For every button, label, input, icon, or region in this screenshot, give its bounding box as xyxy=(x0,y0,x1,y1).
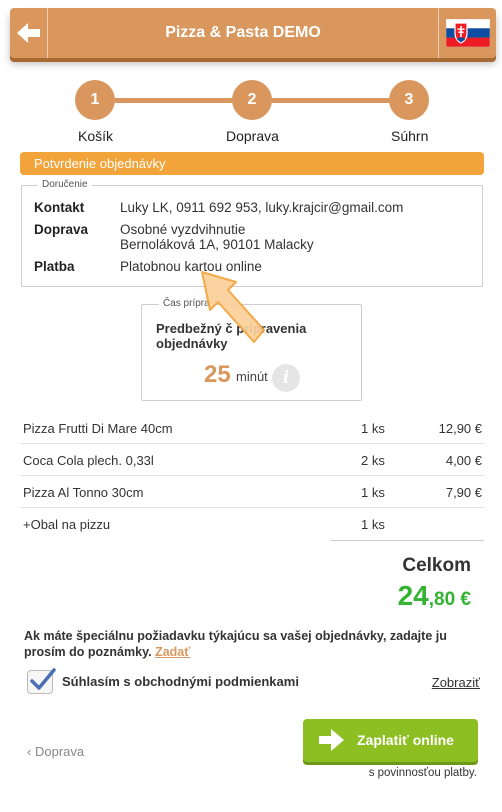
item-price: 4,00 € xyxy=(445,453,482,468)
prep-time-value: 25 xyxy=(204,361,231,388)
total-decimal: ,80 € xyxy=(428,589,471,610)
step-3-label: Súhrn xyxy=(391,128,429,144)
delivery-legend: Doručenie xyxy=(38,179,92,190)
back-link-label: Doprava xyxy=(34,744,85,759)
payment-value: Platobnou kartou online xyxy=(120,259,262,274)
pay-button-label: Zaplatiť online xyxy=(357,732,454,748)
terms-label[interactable]: Súhlasím s obchodnými podmienkami xyxy=(62,674,299,689)
special-request-note: Ak máte špeciálnu požiadavku týkajúcu sa… xyxy=(24,628,484,660)
step-connector xyxy=(271,98,390,103)
chevron-left-icon: ‹ xyxy=(27,744,32,759)
step-1-circle[interactable]: 1 xyxy=(75,80,115,120)
prep-time-box: Čas prípra Predbežný č pripravenia objed… xyxy=(141,298,362,401)
table-row: Pizza Frutti Di Mare 40cm 1 ks 12,90 € xyxy=(21,412,485,444)
item-qty: 1 ks xyxy=(361,485,385,500)
item-name: Pizza Frutti Di Mare 40cm xyxy=(23,421,173,436)
shipping-address: Bernoláková 1A, 90101 Malacky xyxy=(120,237,314,252)
step-3-circle[interactable]: 3 xyxy=(389,80,429,120)
pay-note: s povinnosťou platby. xyxy=(368,767,477,779)
checkout-steps: 1 2 3 Košík Doprava Súhrn xyxy=(0,80,502,145)
item-name: Pizza Al Tonno 30cm xyxy=(23,485,144,500)
add-note-link[interactable]: Zadať xyxy=(155,645,190,659)
item-price: 12,90 € xyxy=(438,421,482,436)
item-qty: 1 ks xyxy=(361,517,385,532)
back-arrow-icon xyxy=(16,23,40,43)
table-row: Coca Cola plech. 0,33l 2 ks 4,00 € xyxy=(21,444,485,476)
prep-time-title: Predbežný č pripravenia objednávky xyxy=(156,321,306,351)
shipping-value: Osobné vyzdvihnutie xyxy=(120,222,246,237)
item-price: 7,90 € xyxy=(445,485,482,500)
confirmation-bar: Potvrdenie objednávky xyxy=(20,152,484,175)
pay-online-button[interactable]: Zaplatiť online xyxy=(303,719,478,762)
show-terms-link[interactable]: Zobraziť xyxy=(432,675,480,690)
prep-time-legend: Čas prípra xyxy=(159,298,214,309)
order-items: Pizza Frutti Di Mare 40cm 1 ks 12,90 € C… xyxy=(21,412,485,540)
table-row: Pizza Al Tonno 30cm 1 ks 7,90 € xyxy=(21,476,485,508)
checkmark-icon xyxy=(30,668,56,690)
step-2-label: Doprava xyxy=(226,128,279,144)
total-integer: 24 xyxy=(397,580,429,611)
arrow-right-icon xyxy=(319,729,344,751)
contact-value: Luky LK, 0911 692 953, luky.krajcir@gmai… xyxy=(120,200,404,215)
back-link[interactable]: ‹ Doprava xyxy=(27,744,84,759)
slovakia-flag-icon xyxy=(445,19,490,47)
app-title: Pizza & Pasta DEMO xyxy=(165,24,321,41)
note-text: Ak máte špeciálnu požiadavku týkajúcu sa… xyxy=(24,629,447,659)
back-button[interactable] xyxy=(10,8,48,58)
table-row: +Obal na pizzu 1 ks xyxy=(21,508,485,540)
prep-time-title-line2: objednávky xyxy=(156,336,228,351)
total-label: Celkom xyxy=(402,555,471,576)
terms-checkbox[interactable] xyxy=(27,668,56,694)
step-connector xyxy=(115,98,233,103)
contact-label: Kontakt xyxy=(34,200,85,215)
prep-time-title-part1: Predbežný č xyxy=(156,321,233,336)
item-name: +Obal na pizzu xyxy=(23,517,111,532)
total-divider xyxy=(330,540,484,541)
prep-time-unit: minút xyxy=(236,369,268,384)
info-icon[interactable]: i xyxy=(272,364,300,392)
app-header: Pizza & Pasta DEMO xyxy=(10,8,496,58)
item-qty: 1 ks xyxy=(361,421,385,436)
item-qty: 2 ks xyxy=(361,453,385,468)
item-name: Coca Cola plech. 0,33l xyxy=(23,453,154,468)
total-value: 24,80 € xyxy=(398,580,471,612)
step-2-circle[interactable]: 2 xyxy=(232,80,272,120)
shipping-label: Doprava xyxy=(34,222,89,237)
prep-time-title-part2: pripravenia xyxy=(236,321,307,336)
delivery-box: Doručenie Kontakt Luky LK, 0911 692 953,… xyxy=(21,179,483,287)
step-1-label: Košík xyxy=(78,128,114,144)
language-selector[interactable] xyxy=(438,8,496,58)
payment-label: Platba xyxy=(34,259,75,274)
